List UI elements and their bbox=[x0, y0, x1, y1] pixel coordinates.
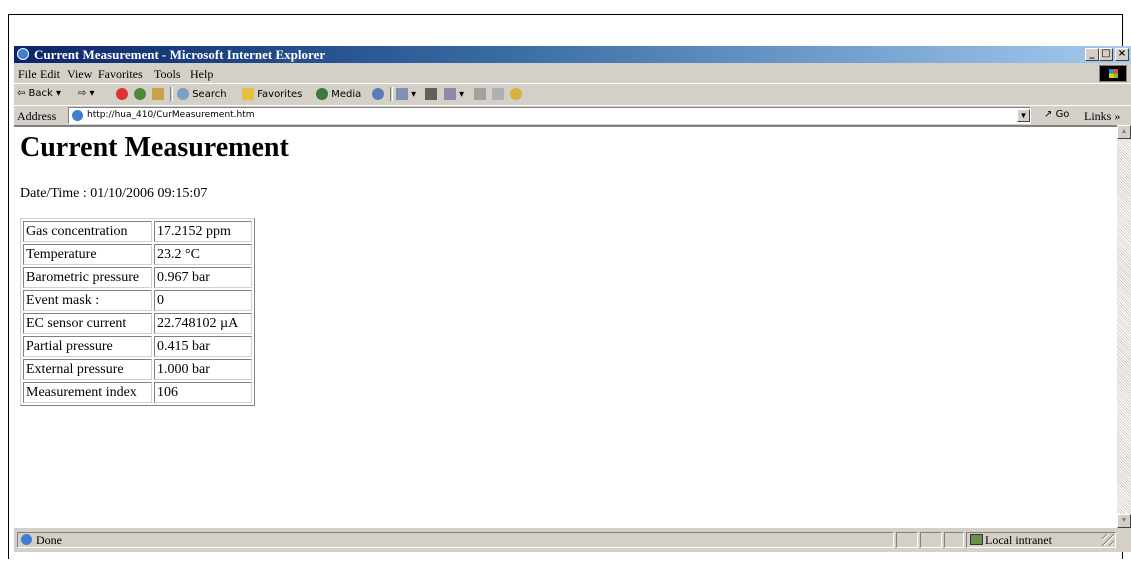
scroll-up-icon[interactable]: ▲ bbox=[1117, 125, 1131, 139]
zone-label: Local intranet bbox=[985, 533, 1052, 547]
row-value: 106 bbox=[154, 382, 252, 403]
row-label: Gas concentration bbox=[23, 221, 152, 242]
row-value: 1.000 bar bbox=[154, 359, 252, 380]
window-title: Current Measurement - Microsoft Internet… bbox=[34, 47, 326, 62]
page-heading: Current Measurement bbox=[20, 132, 289, 163]
status-cell bbox=[920, 532, 942, 548]
row-value: 17.2152 ppm bbox=[154, 221, 252, 242]
table-row: Barometric pressure 0.967 bar bbox=[23, 267, 252, 288]
search-icon bbox=[177, 88, 189, 100]
ie-logo-icon bbox=[17, 48, 29, 60]
maximize-button[interactable]: □ bbox=[1099, 48, 1113, 61]
messenger-icon[interactable] bbox=[510, 88, 522, 100]
address-url: http://hua_410/CurMeasurement.htm bbox=[87, 110, 255, 120]
resize-grip-icon[interactable] bbox=[1102, 534, 1114, 546]
menu-favorites[interactable]: Favorites bbox=[98, 67, 143, 82]
standard-toolbar: ⇦ Back ▾ ⇨ ▾ Search Favorites Media ▾ ▾ bbox=[14, 83, 1131, 104]
address-bar: Address http://hua_410/CurMeasurement.ht… bbox=[14, 105, 1131, 125]
status-text: Done bbox=[36, 533, 62, 547]
menu-view[interactable]: View bbox=[67, 67, 92, 82]
menu-bar: File Edit View Favorites Tools Help bbox=[14, 64, 1131, 83]
refresh-icon[interactable] bbox=[134, 88, 146, 100]
status-bar: Done Local intranet bbox=[14, 530, 1131, 550]
row-label: Barometric pressure bbox=[23, 267, 152, 288]
edit-icon[interactable]: ▾ bbox=[444, 88, 464, 100]
close-button[interactable]: × bbox=[1115, 48, 1129, 61]
row-label: EC sensor current bbox=[23, 313, 152, 334]
browser-window: Current Measurement - Microsoft Internet… bbox=[14, 46, 1131, 552]
row-label: Event mask : bbox=[23, 290, 152, 311]
back-button[interactable]: ⇦ Back ▾ bbox=[17, 88, 61, 99]
menu-tools[interactable]: Tools bbox=[154, 67, 181, 82]
media-icon bbox=[316, 88, 328, 100]
print-icon[interactable] bbox=[425, 88, 437, 100]
address-label: Address bbox=[17, 109, 57, 123]
search-button[interactable]: Search bbox=[177, 88, 227, 100]
windows-logo-icon bbox=[1099, 65, 1127, 82]
menu-help[interactable]: Help bbox=[190, 67, 213, 82]
security-zone: Local intranet bbox=[966, 532, 1116, 548]
history-icon[interactable] bbox=[372, 88, 384, 100]
favorites-button[interactable]: Favorites bbox=[242, 88, 302, 100]
table-row: Measurement index 106 bbox=[23, 382, 252, 403]
table-row: External pressure 1.000 bar bbox=[23, 359, 252, 380]
favorites-icon bbox=[242, 88, 254, 100]
table-row: Temperature 23.2 °C bbox=[23, 244, 252, 265]
table-row: EC sensor current 22.748102 µA bbox=[23, 313, 252, 334]
row-value: 23.2 °C bbox=[154, 244, 252, 265]
table-row: Event mask :0 bbox=[23, 290, 252, 311]
row-value: 0 bbox=[154, 290, 252, 311]
status-cell bbox=[944, 532, 964, 548]
title-bar[interactable]: Current Measurement - Microsoft Internet… bbox=[14, 46, 1131, 63]
row-label: Measurement index bbox=[23, 382, 152, 403]
status-text-panel: Done bbox=[17, 532, 894, 548]
datetime-text: Date/Time : 01/10/2006 09:15:07 bbox=[20, 186, 208, 201]
discuss-icon[interactable] bbox=[474, 88, 486, 100]
minimize-button[interactable]: _ bbox=[1085, 48, 1099, 61]
row-value: 22.748102 µA bbox=[154, 313, 252, 334]
media-button[interactable]: Media bbox=[316, 88, 361, 100]
page-done-icon bbox=[21, 534, 32, 545]
address-dropdown-icon[interactable]: ▼ bbox=[1017, 109, 1030, 122]
address-input[interactable]: http://hua_410/CurMeasurement.htm bbox=[68, 107, 1031, 124]
vertical-scrollbar[interactable]: ▲ ▼ bbox=[1117, 125, 1131, 528]
table-row: Partial pressure 0.415 bar bbox=[23, 336, 252, 357]
table-row: Gas concentration 17.2152 ppm bbox=[23, 221, 252, 242]
row-label: Temperature bbox=[23, 244, 152, 265]
forward-button[interactable]: ⇨ ▾ bbox=[78, 88, 95, 99]
home-icon[interactable] bbox=[152, 88, 164, 100]
intranet-icon bbox=[970, 534, 983, 545]
menu-file[interactable]: File bbox=[18, 67, 37, 82]
menu-edit[interactable]: Edit bbox=[40, 67, 60, 82]
window-controls: _ □ × bbox=[1085, 48, 1129, 61]
status-cell bbox=[896, 532, 918, 548]
row-label: Partial pressure bbox=[23, 336, 152, 357]
go-button[interactable]: ↗ Go bbox=[1044, 109, 1069, 120]
research-icon[interactable] bbox=[492, 88, 504, 100]
scroll-down-icon[interactable]: ▼ bbox=[1117, 514, 1131, 528]
row-label: External pressure bbox=[23, 359, 152, 380]
page-content: Current Measurement Date/Time : 01/10/20… bbox=[14, 125, 1117, 528]
page-icon bbox=[72, 110, 83, 121]
row-value: 0.415 bar bbox=[154, 336, 252, 357]
measurement-table: Gas concentration 17.2152 ppm Temperature 2… bbox=[20, 218, 255, 406]
mail-icon[interactable]: ▾ bbox=[396, 88, 416, 100]
stop-icon[interactable] bbox=[116, 88, 128, 100]
row-value: 0.967 bar bbox=[154, 267, 252, 288]
links-button[interactable]: Links » bbox=[1084, 109, 1120, 124]
